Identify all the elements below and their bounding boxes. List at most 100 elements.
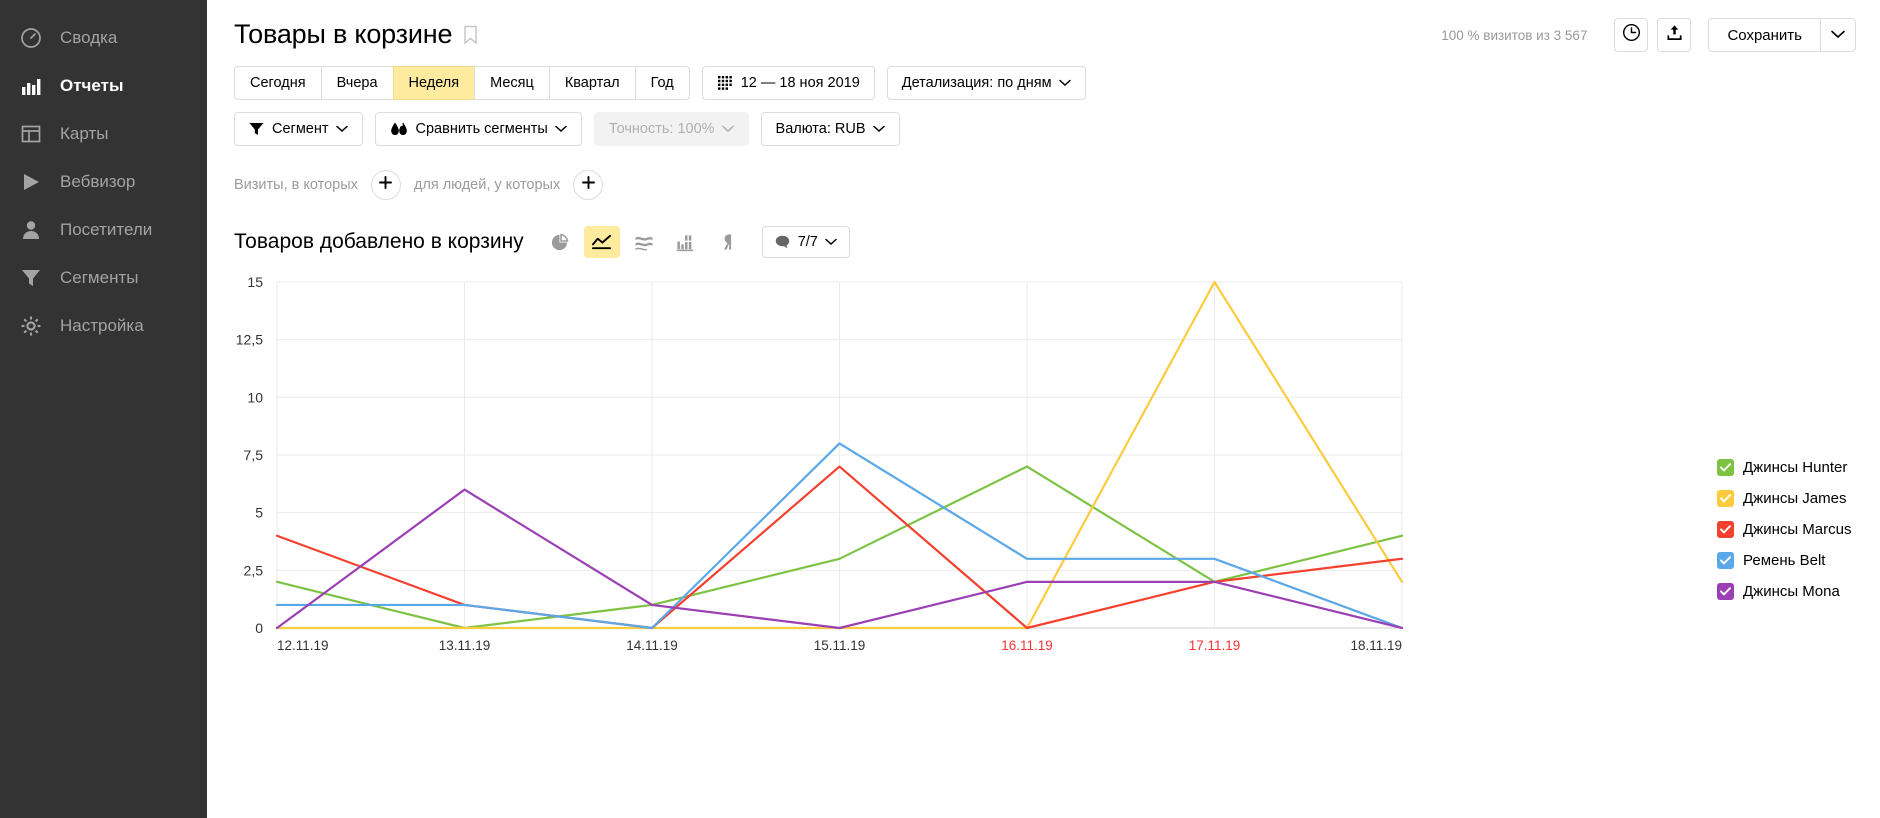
metrics-selector[interactable]: 7/7 (761, 226, 850, 258)
sidebar: Сводка Отчеты Карты Вебвизор Посетители (0, 0, 207, 818)
x-axis-tick-label: 17.11.19 (1189, 638, 1241, 653)
speech-bubble-icon (775, 235, 790, 249)
accuracy-dropdown[interactable]: Точность: 100% (593, 112, 749, 146)
x-axis-tick-label: 12.11.19 (277, 638, 329, 653)
period-year[interactable]: Год (634, 66, 690, 100)
bar-chart-icon[interactable] (668, 226, 704, 258)
map-pin-icon[interactable] (710, 226, 746, 258)
save-button[interactable]: Сохранить (1708, 18, 1820, 52)
line-chart-icon[interactable] (583, 226, 620, 258)
legend-item[interactable]: Ремень Belt (1717, 545, 1851, 576)
legend-checkbox[interactable] (1717, 459, 1734, 476)
chevron-down-icon (1058, 79, 1071, 87)
sidebar-item-label: Карты (60, 124, 109, 143)
sidebar-item-maps[interactable]: Карты (0, 110, 207, 158)
sidebar-item-visitors[interactable]: Посетители (0, 206, 207, 254)
history-button[interactable] (1614, 18, 1649, 52)
check-icon (1720, 587, 1731, 596)
gear-icon (18, 313, 44, 339)
y-axis-tick-label: 5 (255, 505, 263, 521)
sidebar-item-reports[interactable]: Отчеты (0, 62, 207, 110)
period-quarter[interactable]: Квартал (548, 66, 635, 100)
legend-item-label: Джинсы Mona (1743, 583, 1840, 600)
currency-label: Валюта: RUB (775, 121, 866, 137)
sidebar-item-webvisor[interactable]: Вебвизор (0, 158, 207, 206)
period-yesterday[interactable]: Вчера (320, 66, 393, 100)
x-axis-tick-label: 14.11.19 (626, 638, 678, 653)
y-axis-tick-label: 7,5 (244, 447, 264, 463)
bookmark-icon[interactable] (463, 21, 478, 52)
line-chart[interactable]: 0 2,5 5 7,5 10 12,5 15 12.11.19 13.11.19 14.11.19… (207, 268, 1880, 688)
sidebar-item-settings[interactable]: Настройка (0, 302, 207, 350)
compare-segments-label: Сравнить сегменты (415, 121, 548, 137)
gauge-icon (18, 25, 44, 51)
segment-label: Сегмент (272, 121, 329, 137)
legend-item[interactable]: Джинсы Mona (1717, 576, 1851, 607)
date-range-picker[interactable]: 12 — 18 ноя 2019 (701, 66, 875, 100)
detail-level-dropdown[interactable]: Детализация: по дням (886, 66, 1086, 100)
period-week[interactable]: Неделя (392, 66, 475, 100)
plus-icon (379, 176, 393, 194)
person-icon (18, 217, 44, 243)
sidebar-item-label: Отчеты (60, 76, 124, 95)
x-axis-tick-label: 18.11.19 (1350, 638, 1402, 653)
sidebar-item-label: Посетители (60, 220, 153, 239)
chevron-down-icon (825, 238, 837, 246)
y-axis-tick-label: 15 (247, 274, 263, 290)
period-selector: Сегодня Вчера Неделя Месяц Квартал Год (234, 66, 690, 100)
play-icon (18, 169, 44, 195)
x-axis-tick-label: 15.11.19 (814, 638, 866, 653)
legend-checkbox[interactable] (1717, 521, 1734, 538)
save-button-group: Сохранить (1708, 18, 1856, 52)
chevron-down-icon (721, 125, 734, 133)
add-people-condition-button[interactable] (573, 170, 604, 200)
legend-item[interactable]: Джинсы Hunter (1717, 452, 1851, 483)
layout-icon (18, 121, 44, 147)
sidebar-item-label: Сводка (60, 28, 118, 47)
legend-item-label: Джинсы James (1743, 490, 1847, 507)
page-title: Товары в корзине (234, 19, 478, 52)
plus-icon (581, 176, 595, 194)
page-header: Товары в корзине 100 % визитов из 3 567 … (207, 0, 1880, 56)
sidebar-item-label: Вебвизор (60, 172, 136, 191)
sidebar-item-summary[interactable]: Сводка (0, 14, 207, 62)
export-button[interactable] (1657, 18, 1692, 52)
segment-dropdown[interactable]: Сегмент (234, 112, 363, 146)
check-icon (1720, 463, 1731, 472)
legend-item[interactable]: Джинсы Marcus (1717, 514, 1851, 545)
segment-toolbar: Сегмент Сравнить сегменты Точность: 100% (207, 112, 1880, 146)
compare-segments-dropdown[interactable]: Сравнить сегменты (374, 112, 582, 146)
period-month[interactable]: Месяц (474, 66, 549, 100)
chevron-down-icon (335, 125, 348, 133)
visits-summary: 100 % визитов из 3 567 (1441, 27, 1588, 43)
main-content: Товары в корзине 100 % визитов из 3 567 … (207, 0, 1880, 818)
area-chart-icon[interactable] (626, 226, 662, 258)
chart-type-selector (542, 226, 752, 258)
x-axis-tick-label: 13.11.19 (439, 638, 491, 653)
legend-checkbox[interactable] (1717, 552, 1734, 569)
people-filter-label: для людей, у которых (413, 177, 561, 193)
sidebar-item-segments[interactable]: Сегменты (0, 254, 207, 302)
filter-builder: Визиты, в которых для людей, у которых (207, 166, 1880, 204)
add-visit-condition-button[interactable] (370, 170, 401, 200)
y-axis-tick-label: 0 (255, 620, 263, 636)
currency-dropdown[interactable]: Валюта: RUB (760, 112, 900, 146)
legend-checkbox[interactable] (1717, 583, 1734, 600)
save-dropdown-button[interactable] (1820, 18, 1856, 52)
sidebar-item-label: Настройка (60, 316, 144, 335)
page-title-text: Товары в корзине (234, 18, 453, 49)
clock-icon (1622, 23, 1641, 47)
legend-checkbox[interactable] (1717, 490, 1734, 507)
period-today[interactable]: Сегодня (234, 66, 321, 100)
pie-chart-icon[interactable] (542, 226, 578, 258)
date-range-label: 12 — 18 ноя 2019 (740, 75, 860, 91)
legend-item[interactable]: Джинсы James (1717, 483, 1851, 514)
chart-header: Товаров добавлено в корзину 7/7 (207, 222, 1880, 262)
legend-item-label: Джинсы Hunter (1743, 459, 1848, 476)
y-axis-tick-label: 12,5 (236, 332, 263, 348)
chart-title: Товаров добавлено в корзину (234, 230, 524, 253)
compare-icon (390, 122, 408, 137)
period-toolbar: Сегодня Вчера Неделя Месяц Квартал Год 1… (207, 66, 1880, 100)
bars-icon (18, 73, 44, 99)
check-icon (1720, 494, 1731, 503)
